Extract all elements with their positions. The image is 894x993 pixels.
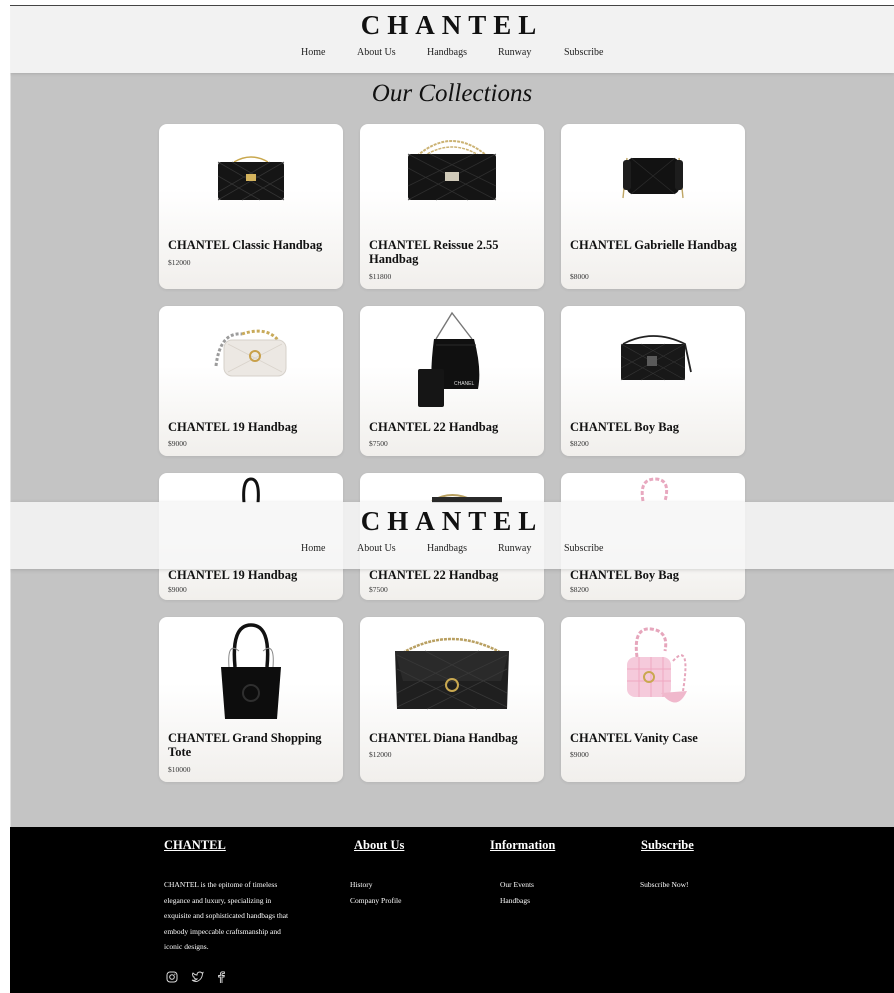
product-price: $8000 bbox=[570, 272, 589, 281]
nav-subscribe[interactable]: Subscribe bbox=[564, 47, 603, 58]
diana-bag-icon bbox=[395, 637, 509, 710]
product-name[interactable]: CHANTEL 19 Handbag bbox=[168, 568, 335, 582]
product-price: $12000 bbox=[168, 258, 191, 267]
footer-link-our-events[interactable]: Our Events bbox=[500, 877, 534, 893]
instagram-icon[interactable] bbox=[166, 971, 178, 983]
nav-runway[interactable]: Runway bbox=[498, 543, 531, 554]
product-price: $7500 bbox=[369, 585, 388, 594]
product-name[interactable]: CHANTEL Gabrielle Handbag bbox=[570, 238, 737, 252]
product-price: $7500 bbox=[369, 439, 388, 448]
site-footer: CHANTEL About Us Information Subscribe C… bbox=[10, 827, 894, 993]
product-card[interactable]: CHANTEL Grand Shopping Tote $10000 bbox=[159, 617, 343, 782]
product-card[interactable]: CHANTEL Boy Bag $8200 bbox=[561, 306, 745, 456]
page-title: Our Collections bbox=[371, 80, 533, 107]
brand-logo[interactable]: CHANTEL bbox=[10, 506, 894, 537]
boy-bag-icon bbox=[620, 335, 692, 381]
product-name[interactable]: CHANTEL Boy Bag bbox=[570, 420, 737, 434]
product-card[interactable]: CHANEL CHANTEL 22 Handbag $7500 bbox=[360, 306, 544, 456]
footer-subscribe-links: Subscribe Now! bbox=[640, 877, 689, 893]
product-name[interactable]: CHANTEL Grand Shopping Tote bbox=[168, 731, 335, 759]
product-price: $12000 bbox=[369, 750, 392, 759]
product-name[interactable]: CHANTEL 19 Handbag bbox=[168, 420, 335, 434]
footer-heading-brand[interactable]: CHANTEL bbox=[164, 838, 226, 853]
brand-logo[interactable]: CHANTEL bbox=[10, 10, 894, 41]
footer-link-handbags[interactable]: Handbags bbox=[500, 893, 534, 909]
footer-link-subscribe-now[interactable]: Subscribe Now! bbox=[640, 877, 689, 893]
nav-handbags[interactable]: Handbags bbox=[427, 47, 467, 58]
footer-heading-information[interactable]: Information bbox=[490, 838, 555, 853]
page-frame: CHANTEL Home About Us Handbags Runway Su… bbox=[10, 5, 894, 993]
product-card[interactable]: CHANTEL Gabrielle Handbag $8000 bbox=[561, 124, 745, 289]
product-card[interactable]: CHANTEL Diana Handbag $12000 bbox=[360, 617, 544, 782]
social-links bbox=[166, 971, 236, 986]
footer-link-company-profile[interactable]: Company Profile bbox=[350, 893, 401, 909]
product-price: $9000 bbox=[168, 439, 187, 448]
product-name[interactable]: CHANTEL Diana Handbag bbox=[369, 731, 536, 745]
product-name[interactable]: CHANTEL 22 Handbag bbox=[369, 568, 536, 582]
product-card[interactable]: CHANTEL Reissue 2.55 Handbag $11800 bbox=[360, 124, 544, 289]
shopping-tote-icon bbox=[221, 623, 281, 719]
footer-link-history[interactable]: History bbox=[350, 877, 401, 893]
nav-home[interactable]: Home bbox=[301, 47, 325, 58]
product-price: $9000 bbox=[570, 750, 589, 759]
gabrielle-bag-icon bbox=[622, 157, 684, 199]
nav-handbags[interactable]: Handbags bbox=[427, 543, 467, 554]
classic-flap-bag-icon bbox=[217, 156, 285, 201]
product-price: $11800 bbox=[369, 272, 392, 281]
product-name[interactable]: CHANTEL Boy Bag bbox=[570, 568, 737, 582]
reissue-bag-icon bbox=[407, 140, 497, 201]
twitter-icon[interactable] bbox=[191, 971, 204, 983]
nav-home[interactable]: Home bbox=[301, 543, 325, 554]
nav-runway[interactable]: Runway bbox=[498, 47, 531, 58]
product-card[interactable]: CHANTEL Classic Handbag $12000 bbox=[159, 124, 343, 289]
white-19-bag-icon bbox=[214, 329, 287, 377]
footer-heading-subscribe[interactable]: Subscribe bbox=[641, 838, 694, 853]
site-header: CHANTEL Home About Us Handbags Runway Su… bbox=[10, 6, 894, 73]
pink-vanity-case-icon bbox=[640, 477, 669, 502]
diana-bag-icon bbox=[431, 494, 502, 503]
nav-about-us[interactable]: About Us bbox=[357, 47, 396, 58]
shopping-tote-icon bbox=[242, 477, 260, 503]
product-name[interactable]: CHANTEL Classic Handbag bbox=[168, 238, 335, 252]
product-card[interactable]: CHANTEL Vanity Case $9000 bbox=[561, 617, 745, 782]
product-price: $9000 bbox=[168, 585, 187, 594]
nav-about-us[interactable]: About Us bbox=[357, 543, 396, 554]
product-price: $10000 bbox=[168, 765, 191, 774]
22-bag-icon: CHANEL bbox=[418, 311, 480, 407]
svg-text:CHANEL: CHANEL bbox=[454, 381, 475, 387]
facebook-icon[interactable] bbox=[216, 971, 226, 983]
product-name[interactable]: CHANTEL 22 Handbag bbox=[369, 420, 536, 434]
nav-subscribe[interactable]: Subscribe bbox=[564, 543, 603, 554]
product-name[interactable]: CHANTEL Reissue 2.55 Handbag bbox=[369, 238, 536, 266]
footer-about-links: History Company Profile bbox=[350, 877, 401, 908]
product-name[interactable]: CHANTEL Vanity Case bbox=[570, 731, 737, 745]
sticky-header: CHANTEL Home About Us Handbags Runway Su… bbox=[10, 502, 894, 569]
footer-about-text: CHANTEL is the epitome of timeless elega… bbox=[164, 880, 289, 951]
footer-heading-about[interactable]: About Us bbox=[354, 838, 404, 853]
product-price: $8200 bbox=[570, 439, 589, 448]
footer-information-links: Our Events Handbags bbox=[500, 877, 534, 908]
product-price: $8200 bbox=[570, 585, 589, 594]
pink-vanity-case-icon bbox=[627, 627, 687, 703]
product-card[interactable]: CHANTEL 19 Handbag $9000 bbox=[159, 306, 343, 456]
